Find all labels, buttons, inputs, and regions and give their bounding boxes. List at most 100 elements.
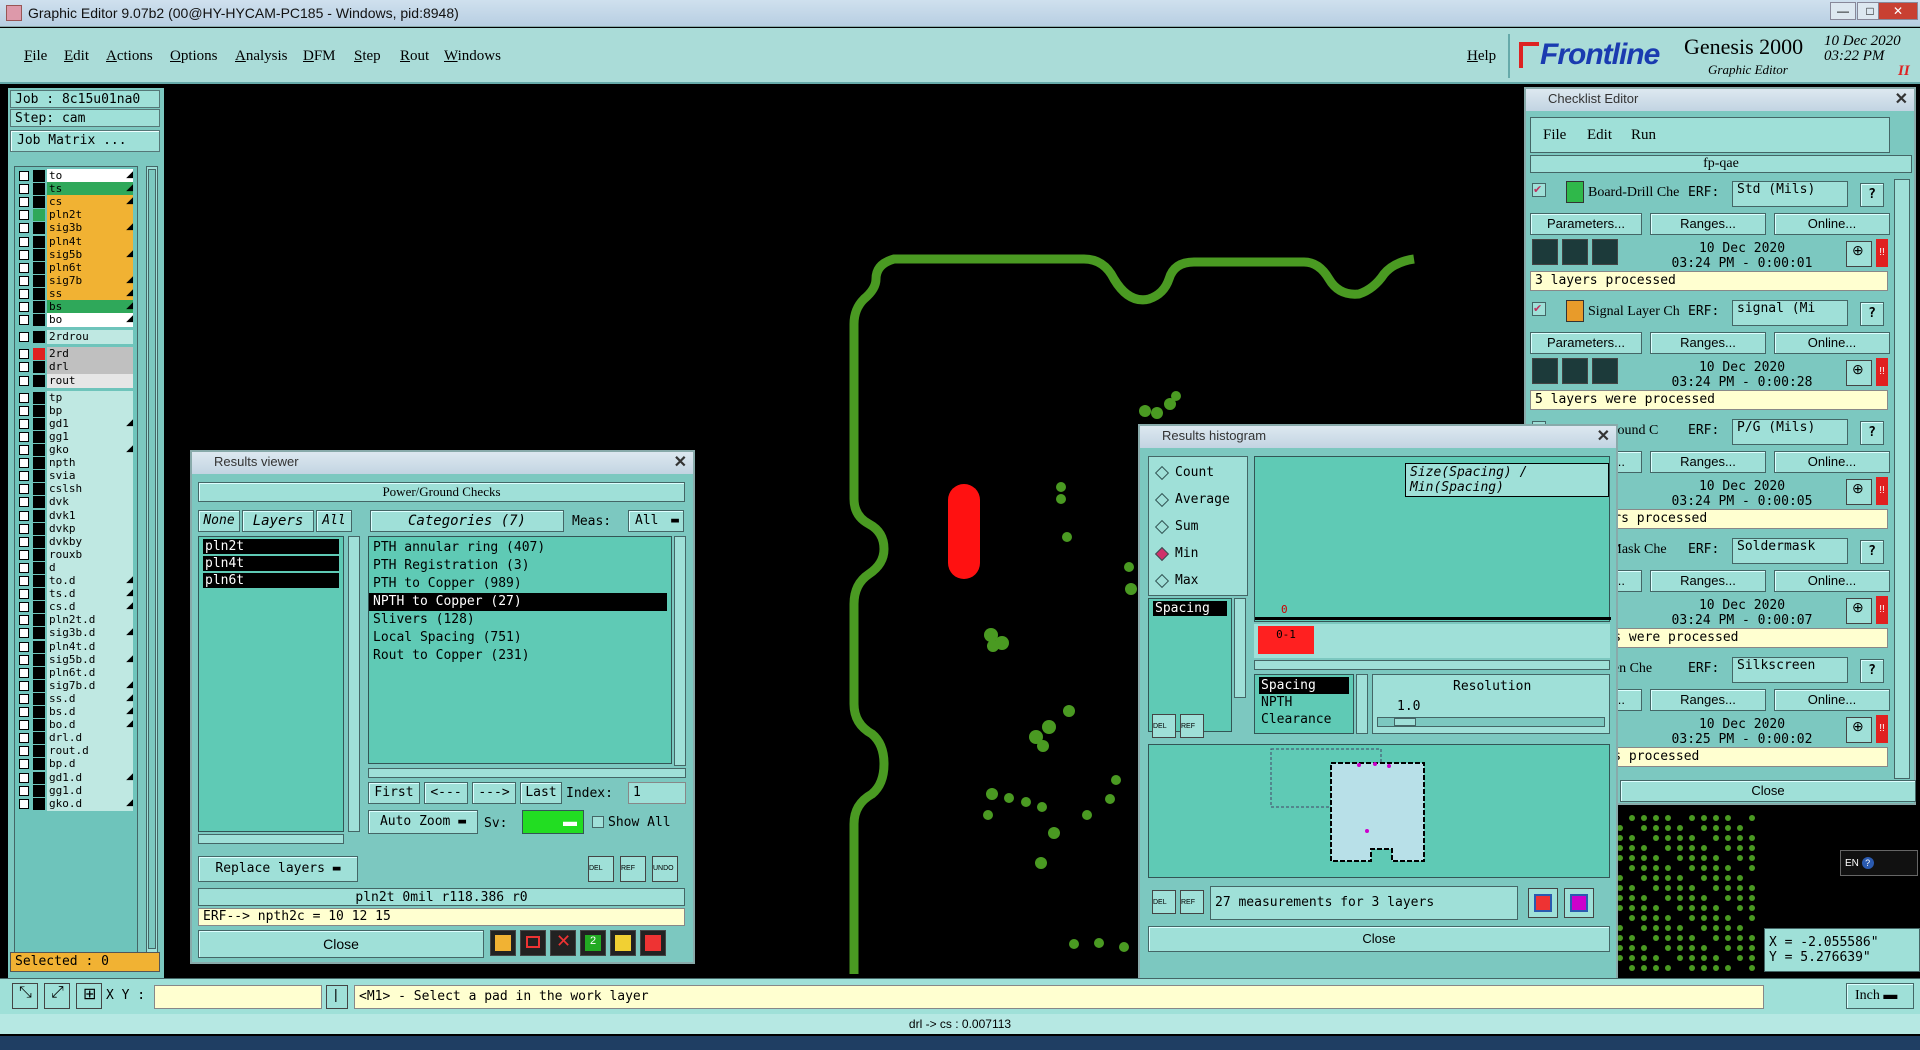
aggregate-option[interactable]: Min [1149, 542, 1247, 569]
menu-analysis[interactable]: Analysis [235, 48, 288, 65]
layer-name[interactable]: gd1 [47, 416, 133, 431]
layer-row[interactable]: bs.d ◢ [17, 705, 135, 719]
layer-checkbox[interactable] [19, 680, 29, 691]
layer-row[interactable]: drl.d [17, 731, 135, 746]
section-checkbox[interactable]: ✔ [1532, 183, 1546, 197]
none-button[interactable]: None [198, 510, 240, 532]
help-button[interactable]: ? [1860, 302, 1884, 326]
parameters-button[interactable]: Parameters... [1530, 213, 1642, 235]
layer-row[interactable]: dvkby [17, 534, 135, 549]
layer-row[interactable]: gg1.d [17, 783, 135, 798]
layer-name[interactable]: pln6t.d [47, 665, 133, 680]
layer-name[interactable]: rout.d [47, 744, 133, 759]
layer-row[interactable]: sig3b.d ◢ [17, 626, 135, 641]
layer-checkbox[interactable] [19, 602, 29, 613]
run-icon[interactable] [1592, 358, 1618, 384]
checklist-scrollbar[interactable] [1894, 179, 1910, 779]
unit-dropdown[interactable]: Inch ▬ [1846, 983, 1914, 1009]
layer-row[interactable]: pln6t [17, 260, 135, 275]
layer-checkbox[interactable] [19, 332, 29, 343]
layer-row[interactable]: cslsh [17, 482, 135, 497]
section-checkbox[interactable]: ✔ [1532, 302, 1546, 316]
layer-name[interactable]: bo.d [47, 718, 133, 733]
layer-row[interactable]: cs.d ◢ [17, 600, 135, 615]
layer-row[interactable]: ts ◢ [17, 182, 135, 197]
layer-checkbox[interactable] [19, 589, 29, 600]
layers-tab[interactable]: Layers [242, 510, 314, 532]
layer-checkbox[interactable] [19, 798, 29, 809]
layer-name[interactable]: cs.d [47, 600, 133, 615]
layer-checkbox[interactable] [19, 733, 29, 744]
layer-row[interactable]: to.d ◢ [17, 574, 135, 588]
layer-results-list[interactable]: pln2t pln4t pln6t [198, 536, 344, 832]
layer-row[interactable]: dvkp [17, 521, 135, 536]
layer-checkbox[interactable] [19, 641, 29, 652]
category-list[interactable]: PTH annular ring (407) PTH Registration (… [368, 536, 672, 764]
aggregate-option[interactable]: Average [1149, 488, 1247, 515]
layer-row[interactable]: bp [17, 403, 135, 418]
type-list[interactable]: Spacing NPTH Clearance [1254, 674, 1354, 734]
layer-name[interactable]: bs.d [47, 705, 133, 719]
layer-row[interactable]: bp.d [17, 757, 135, 772]
menu-rout[interactable]: Rout [400, 48, 429, 65]
layer-row[interactable]: svia [17, 469, 135, 484]
snap-tool-icon[interactable]: ⊞ [76, 983, 102, 1009]
layer-checkbox[interactable] [19, 772, 29, 783]
layer-name[interactable]: sig7b.d [47, 678, 133, 693]
layer-checkbox[interactable] [19, 275, 29, 286]
layer-name[interactable]: npth [47, 456, 133, 471]
next-button[interactable]: ---> [472, 782, 516, 804]
checklist-menu-run[interactable]: Run [1631, 127, 1656, 144]
layer-row[interactable]: rouxb [17, 547, 135, 562]
layer-row[interactable]: gko ◢ [17, 443, 135, 457]
ref-icon[interactable]: REF [620, 856, 646, 882]
layer-checkbox[interactable] [19, 171, 29, 181]
histogram-hscrollbar[interactable] [1254, 660, 1610, 670]
layer-checkbox[interactable] [19, 785, 29, 796]
layer-checkbox[interactable] [19, 262, 29, 273]
layer-row[interactable]: drl [17, 360, 135, 375]
layer-checkbox[interactable] [19, 484, 29, 495]
layer-checkbox[interactable] [19, 223, 29, 234]
layer-checkbox[interactable] [19, 249, 29, 260]
layer-name[interactable]: ss [47, 286, 133, 301]
help-button[interactable]: ? [1860, 659, 1884, 683]
index-input[interactable]: 1 [628, 782, 686, 804]
layer-checkbox[interactable] [19, 375, 29, 386]
radio-icon[interactable] [1154, 546, 1170, 562]
measure-tool-icon[interactable]: ⤢ [44, 983, 70, 1009]
erf-dropdown[interactable]: Silkscreen [1732, 657, 1848, 683]
layer-name[interactable]: dvk [47, 495, 133, 510]
layer-checkbox[interactable] [19, 497, 29, 508]
layer-checkbox[interactable] [19, 288, 29, 299]
meas-dropdown[interactable]: All ▬ [628, 510, 684, 532]
layer-row[interactable]: sig7b.d ◢ [17, 678, 135, 693]
layer-checkbox[interactable] [19, 302, 29, 312]
layer-checkbox[interactable] [19, 667, 29, 678]
type-item[interactable]: Clearance [1259, 711, 1349, 728]
layer-name[interactable]: sig5b.d [47, 652, 133, 667]
layer-row[interactable]: pln2t.d [17, 613, 135, 628]
menu-step[interactable]: Step [354, 48, 381, 65]
layer-list-scrollbar[interactable] [348, 536, 360, 832]
layer-checkbox[interactable] [19, 549, 29, 560]
aggregate-option[interactable]: Count [1149, 461, 1247, 488]
highlighted-pad[interactable] [948, 484, 980, 579]
layer-name[interactable]: bs [47, 300, 133, 314]
layer-row[interactable]: tp [17, 390, 135, 405]
zoom-icon[interactable]: ⊕ [1846, 598, 1872, 624]
ref-icon[interactable]: REF [1180, 890, 1204, 914]
menu-file[interactable]: File [24, 48, 47, 65]
layer-row[interactable]: rout.d [17, 744, 135, 759]
undo-icon[interactable]: UNDO [652, 856, 678, 882]
layer-name[interactable]: pln4t [47, 234, 133, 249]
layer-checkbox[interactable] [19, 746, 29, 757]
category-item[interactable]: Local Spacing (751) [369, 629, 667, 647]
histogram-bin[interactable]: 0-1 [1258, 626, 1314, 654]
help-button[interactable]: ? [1860, 183, 1884, 207]
online-button[interactable]: Online... [1774, 689, 1890, 711]
zoom-icon[interactable]: ⊕ [1846, 241, 1872, 267]
layer-row[interactable]: pln4t.d [17, 639, 135, 654]
layer-row[interactable]: dvk [17, 495, 135, 510]
layer-checkbox[interactable] [19, 471, 29, 482]
